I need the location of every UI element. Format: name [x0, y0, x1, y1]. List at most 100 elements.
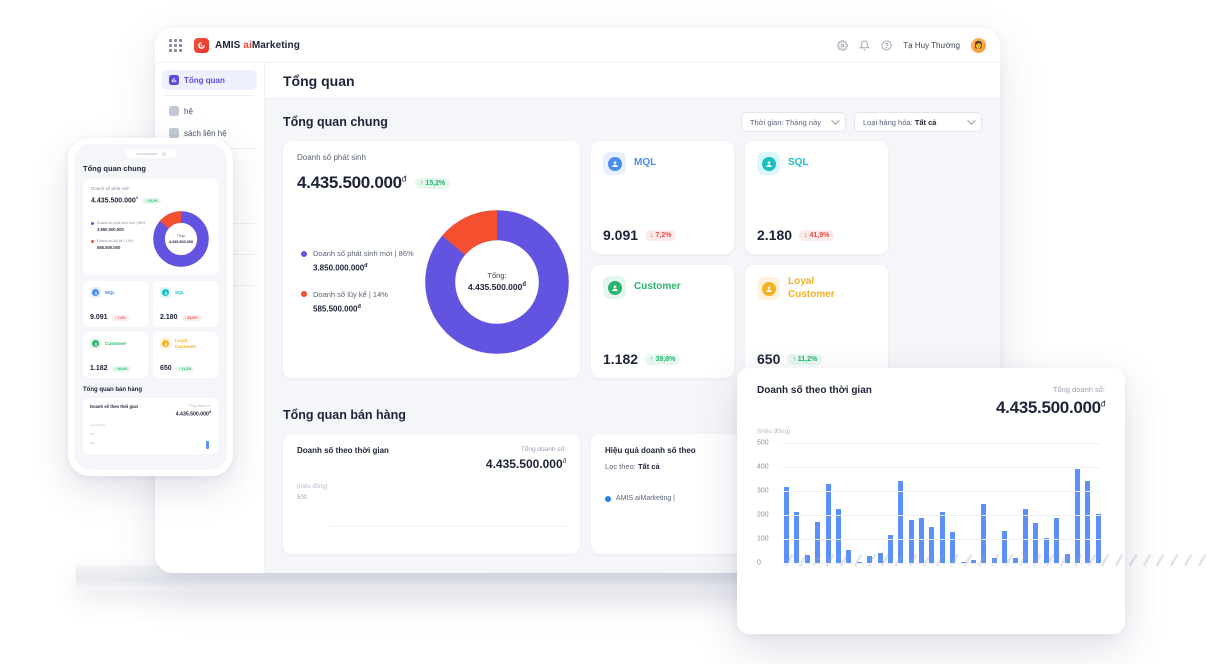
- phone-axis-tick2: 250: [90, 441, 96, 446]
- phone-stats-grid: MQL 9.091 ↓ 7,2% SQL 2.180 ↓ 41,9% Custome…: [83, 281, 218, 379]
- person-icon: [757, 277, 780, 300]
- topbar-actions: Tạ Huy Thường 👩: [837, 37, 986, 53]
- donut-center-label: Tổng: 4.435.500.000đ: [467, 271, 527, 293]
- amis-logo-icon: [194, 37, 209, 53]
- stat-card-customer[interactable]: Customer 1.182 ↑ 39,8%: [591, 265, 734, 378]
- stat-change-badge: ↓ 7,2%: [645, 229, 677, 241]
- legend-dot-accum: [301, 291, 307, 298]
- legend-value: 585.500.000đ: [313, 303, 361, 314]
- page-header: Tổng quan: [265, 63, 1000, 99]
- person-icon: [603, 152, 626, 175]
- stat-name: Loyal Customer: [788, 276, 835, 300]
- gear-icon[interactable]: [837, 39, 849, 51]
- overview-grid: Doanh số phát sinh 4.435.500.000đ ↑ 15,2…: [265, 141, 1000, 378]
- stat-value: 9.091: [603, 227, 639, 243]
- gridline: [782, 515, 1101, 516]
- phone-sales-total-label: Tổng doanh số:: [188, 404, 211, 409]
- sidebar-divider: [164, 95, 255, 96]
- floating-chart-total: 4.435.500.000đ: [996, 398, 1105, 417]
- list-icon: [169, 128, 179, 138]
- gridline: [782, 443, 1101, 444]
- revenue-legend: Doanh số phát sinh mới | 86% 3.850.000.0…: [301, 249, 436, 330]
- phone-sales-total: 4.435.500.000đ: [175, 410, 211, 419]
- stat-change-badge: ↑ 39,8%: [645, 353, 681, 365]
- revenue-amount: 4.435.500.000đ: [297, 173, 406, 192]
- sales-axis-unit: (triệu đồng): [297, 484, 328, 490]
- bar-series: [784, 443, 1101, 563]
- y-axis-tick-label: 300: [757, 487, 769, 495]
- stat-card-mql[interactable]: MQL 9.091 ↓ 7,2%: [591, 141, 734, 254]
- legend-item: Doanh số phát sinh mới | 86% 3.850.000.0…: [301, 249, 436, 273]
- revenue-change-badge: ↑ 15,2%: [414, 177, 451, 189]
- bar[interactable]: [1085, 480, 1091, 563]
- bell-icon[interactable]: [859, 40, 871, 51]
- phone-section-title: Tổng quan chung: [83, 164, 146, 173]
- y-axis-tick-label: 100: [757, 535, 769, 543]
- phone-stat-card-sql[interactable]: SQL 2.180 ↓ 41,9%: [153, 281, 218, 328]
- stat-value: 2.180: [757, 227, 793, 243]
- stat-name: MQL: [634, 157, 657, 169]
- filter-time-value: Tháng này: [785, 117, 821, 127]
- sales-total-value: 4.435.500.000đ: [485, 457, 566, 471]
- phone-section2-title: Tổng quan bán hàng: [83, 387, 142, 394]
- sidebar-item-tong-quan[interactable]: Tổng quan: [162, 70, 257, 90]
- user-name-label: Tạ Huy Thường: [903, 40, 960, 50]
- phone-donut-chart: Tổng: 4.435.500.000: [152, 210, 210, 268]
- sales-axis-gridline: [329, 526, 566, 527]
- stat-card-loyal-customer[interactable]: Loyal Customer 650 ↑ 11,2%: [745, 265, 888, 378]
- sidebar-item-label: hệ: [184, 106, 193, 116]
- revenue-card: Doanh số phát sinh 4.435.500.000đ ↑ 15,2…: [283, 141, 580, 378]
- overview-section-header: Tổng quan chung Thời gian: Tháng này Loạ…: [265, 99, 1000, 141]
- phone-revenue-label: Doanh số phát sinh: [91, 186, 130, 191]
- phone-axis-tick1: 500: [90, 432, 96, 437]
- chevron-down-icon: [967, 116, 976, 125]
- app-topbar: AMIS aiMarketing Tạ Huy Thường 👩: [155, 28, 1000, 63]
- y-axis-tick-label: 400: [757, 463, 769, 471]
- phone-donut-row: Doanh số phát sinh mới | 86% 3.850.000.0…: [91, 210, 210, 268]
- phone-mockup: Tổng quan chung Doanh số phát sinh 4.435…: [68, 138, 233, 476]
- phone-stat-card-mql[interactable]: MQL 9.091 ↓ 7,2%: [83, 281, 148, 328]
- bar[interactable]: [784, 486, 789, 563]
- floating-chart-y-unit: (triệu đồng): [757, 428, 791, 435]
- sales-section-title: Tổng quan bán hàng: [283, 408, 406, 422]
- phone-content: Tổng quan chung Doanh số phát sinh 4.435…: [74, 144, 227, 455]
- floating-chart-header: Doanh số theo thời gian Tổng doanh số: 4…: [757, 385, 1105, 418]
- phone-stat-card-customer[interactable]: Customer 1.182 ↑ 39,8%: [83, 332, 148, 379]
- gridline: [782, 467, 1101, 468]
- sales-total-label: Tổng doanh số:: [520, 446, 566, 453]
- phone-stat-card-loyal-customer[interactable]: Loyal Customer 650 ↑ 11,2%: [153, 332, 218, 379]
- sidebar-item-he[interactable]: hệ: [162, 101, 257, 121]
- phone-sales-card-title: Doanh số theo thời gian: [90, 404, 139, 410]
- brand-amis: AMIS: [215, 39, 241, 51]
- stat-card-sql[interactable]: SQL 2.180 ↓ 41,9%: [745, 141, 888, 254]
- legend-value: 3.850.000.000đ: [313, 263, 368, 273]
- y-axis-tick-label: 200: [757, 511, 769, 519]
- stat-change-badge: ↑ 11,2%: [787, 353, 823, 365]
- x-axis-labels: 01/8/2021 02/8/2021 03/8/2021 04/8/2021 05/8…: [784, 553, 1207, 607]
- person-icon: [603, 276, 626, 299]
- filter-product-dropdown[interactable]: Loại hàng hóa: Tất cả: [854, 112, 982, 132]
- overview-section-title: Tổng quan chung: [283, 115, 388, 129]
- sales-axis-tick: 500: [297, 495, 308, 501]
- phone-legend: Doanh số phát sinh mới | 86% 3.850.000.0…: [91, 221, 152, 257]
- brand-ai: ai: [243, 39, 252, 51]
- stat-value: 650: [757, 351, 781, 367]
- sales-time-card: Doanh số theo thời gian Tổng doanh số: 4…: [283, 434, 580, 554]
- avatar[interactable]: 👩: [971, 37, 986, 53]
- bar[interactable]: [1074, 469, 1080, 563]
- app-brand-name: AMIS aiMarketing: [215, 40, 300, 51]
- phone-sales-card: Doanh số theo thời gian Tổng doanh số: 4…: [83, 398, 218, 455]
- help-circle-icon[interactable]: [881, 39, 892, 51]
- bar[interactable]: [825, 483, 831, 563]
- stat-name: SQL: [788, 157, 809, 169]
- gridline: [782, 539, 1101, 540]
- overview-filters: Thời gian: Tháng này Loại hàng hóa: Tất …: [740, 112, 982, 132]
- gridline: [782, 563, 1101, 564]
- y-axis-tick-label: 0: [757, 559, 761, 567]
- sidebar-item-label: sách liên hệ: [184, 128, 227, 138]
- filter-product-value: Tất cả: [914, 117, 937, 127]
- filter-time-dropdown[interactable]: Thời gian: Tháng này: [740, 112, 846, 132]
- apps-grid-icon[interactable]: [169, 38, 182, 52]
- bar[interactable]: [898, 480, 904, 563]
- phone-revenue-amount: 4.435.500.000đ↑ 15,2%: [91, 195, 210, 205]
